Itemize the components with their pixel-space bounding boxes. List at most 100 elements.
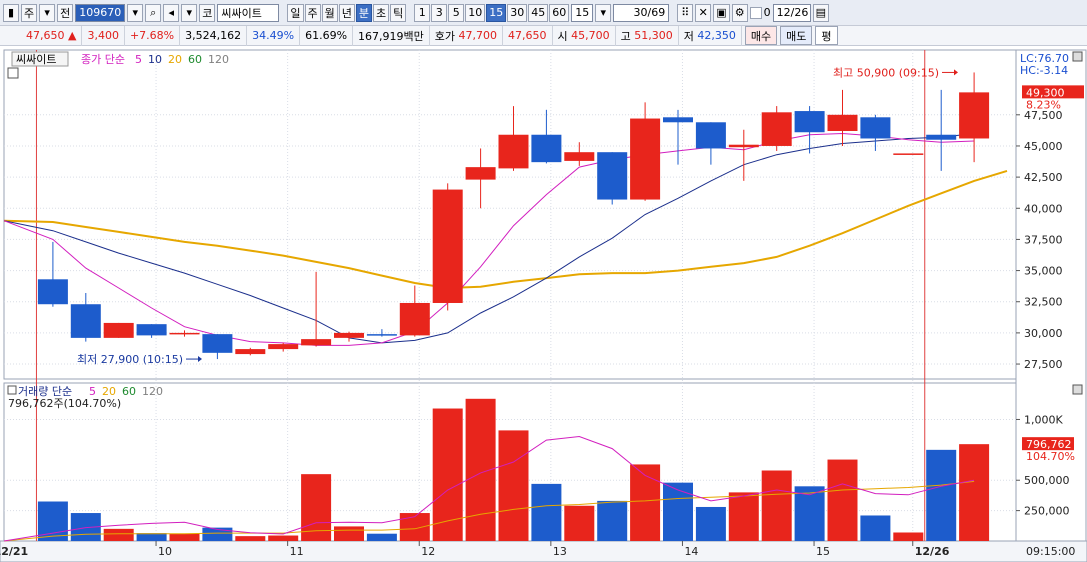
screen-number-icon[interactable]: ▮ (3, 3, 19, 22)
volume-bar (860, 515, 891, 541)
date-label: 12/26 (915, 545, 950, 558)
stock-name-field[interactable]: 씨싸이트 (217, 3, 280, 22)
volume-tick-label: 1,000K (1024, 413, 1063, 426)
volume-bar (827, 459, 858, 541)
code-dropdown-icon[interactable]: ▾ (127, 3, 144, 22)
interval-button[interactable]: 45 (528, 3, 549, 22)
candle-body (366, 334, 397, 336)
calendar-icon[interactable]: ▤ (812, 3, 830, 22)
candle-body (334, 332, 364, 338)
period-button[interactable]: 틱 (390, 3, 407, 22)
low-annotation: 최저 27,900 (10:15) (77, 353, 183, 366)
time-label: 09:15:00 (1026, 545, 1075, 558)
price-tick-label: 42,500 (1024, 171, 1063, 184)
candle-body (268, 344, 299, 350)
gear-icon[interactable]: ⚙ (731, 3, 748, 22)
interval-button[interactable]: 5 (448, 3, 465, 22)
volume-bar (761, 470, 792, 541)
volume-bar (334, 526, 364, 541)
checkbox[interactable] (749, 6, 762, 19)
ask-label: 호가 (434, 29, 456, 43)
candle-body (728, 144, 759, 148)
price-legend-label: 종가 단순 (81, 53, 125, 66)
tools-icon[interactable]: ✕ (695, 3, 712, 22)
candle-body (794, 111, 825, 133)
price-tick-label: 35,000 (1024, 265, 1063, 278)
current-price: 47,650 (26, 29, 65, 42)
price-legend-ma: 5 (135, 53, 142, 66)
prev-next-icon[interactable]: ▾ (181, 3, 198, 22)
candle-body (136, 324, 167, 336)
quote-bar: 47,650 ▲ 3,400 +7.68% 3,524,162 34.49% 6… (0, 25, 1087, 46)
market-dropdown[interactable]: ▾ (39, 3, 56, 22)
price-tick-label: 27,500 (1024, 358, 1063, 371)
up-triangle-icon: ▲ (64, 29, 77, 42)
volume-bar (235, 536, 266, 541)
volume-bar (663, 482, 693, 541)
candle-body (531, 134, 562, 163)
hc-text: HC:-3.14 (1020, 64, 1068, 77)
stock-code-input[interactable]: 109670 (75, 3, 126, 22)
period-button[interactable]: 초 (373, 3, 390, 22)
volume-bar (399, 513, 430, 541)
name-prefix: 코 (199, 3, 216, 22)
date-field[interactable]: 12/26 (772, 3, 811, 22)
candle-body (465, 167, 496, 180)
panel-toggle-icon (7, 67, 19, 79)
sound-icon[interactable]: ◂ (163, 3, 180, 22)
last-volume-pct: 104.70% (1026, 450, 1075, 463)
date-label: 11 (290, 545, 304, 558)
volume-bar (893, 532, 924, 541)
candle-body (70, 304, 101, 338)
volume-bar (103, 528, 134, 541)
volume-bar (728, 492, 759, 541)
candle-body (597, 152, 628, 200)
price-legend-ma: 120 (208, 53, 229, 66)
period-button[interactable]: 주 (304, 3, 321, 22)
period-button[interactable]: 분 (355, 3, 372, 22)
save-icon[interactable]: ▣ (713, 3, 730, 22)
buy-button[interactable]: 매수 (744, 26, 778, 45)
candle-body (761, 112, 792, 146)
open-label: 시 (557, 29, 568, 43)
date-label: 10 (158, 545, 172, 558)
price-tick-label: 40,000 (1024, 202, 1063, 215)
volume-current-text: 796,762주(104.70%) (8, 397, 121, 410)
volume-bar (366, 533, 397, 541)
search-icon[interactable]: ⌕ (145, 3, 162, 22)
candle-body (630, 118, 661, 200)
candle-body (926, 134, 957, 140)
period-button[interactable]: 월 (321, 3, 338, 22)
low-label: 저 (683, 29, 694, 43)
volume-panel-toggle-icon (7, 385, 17, 395)
volume-bar (531, 483, 562, 541)
price-legend-ma: 60 (188, 53, 202, 66)
market-select[interactable]: 주 (21, 3, 38, 22)
average-button[interactable]: 평 (815, 26, 838, 45)
interval-select[interactable]: 15 (571, 3, 594, 22)
interval-button[interactable]: 3 (431, 3, 448, 22)
market-dd-label[interactable]: 전 (57, 3, 74, 22)
interval-button[interactable]: 15 (486, 3, 507, 22)
period-buttons: 일주월년분초틱 (287, 3, 407, 22)
date-label: 15 (816, 545, 830, 558)
interval-dropdown-icon[interactable]: ▾ (595, 3, 612, 22)
interval-button[interactable]: 30 (507, 3, 528, 22)
candle-count-field[interactable]: 30/69 (613, 3, 670, 22)
period-button[interactable]: 일 (287, 3, 304, 22)
candle-body (103, 322, 134, 338)
sell-button[interactable]: 매도 (780, 26, 813, 45)
interval-button[interactable]: 1 (414, 3, 431, 22)
candle-body (169, 332, 200, 335)
candle-body (301, 339, 332, 346)
period-button[interactable]: 년 (338, 3, 355, 22)
volume-legend-ma: 60 (122, 385, 136, 398)
interval-button[interactable]: 10 (465, 3, 486, 22)
candle-body (235, 349, 266, 355)
interval-button[interactable]: 60 (549, 3, 570, 22)
bid-price: 47,650 (503, 25, 553, 46)
grid-icon[interactable]: ⠿ (677, 3, 694, 22)
candle-body (893, 153, 924, 155)
candle-body (827, 114, 858, 132)
candle-body (37, 279, 68, 305)
